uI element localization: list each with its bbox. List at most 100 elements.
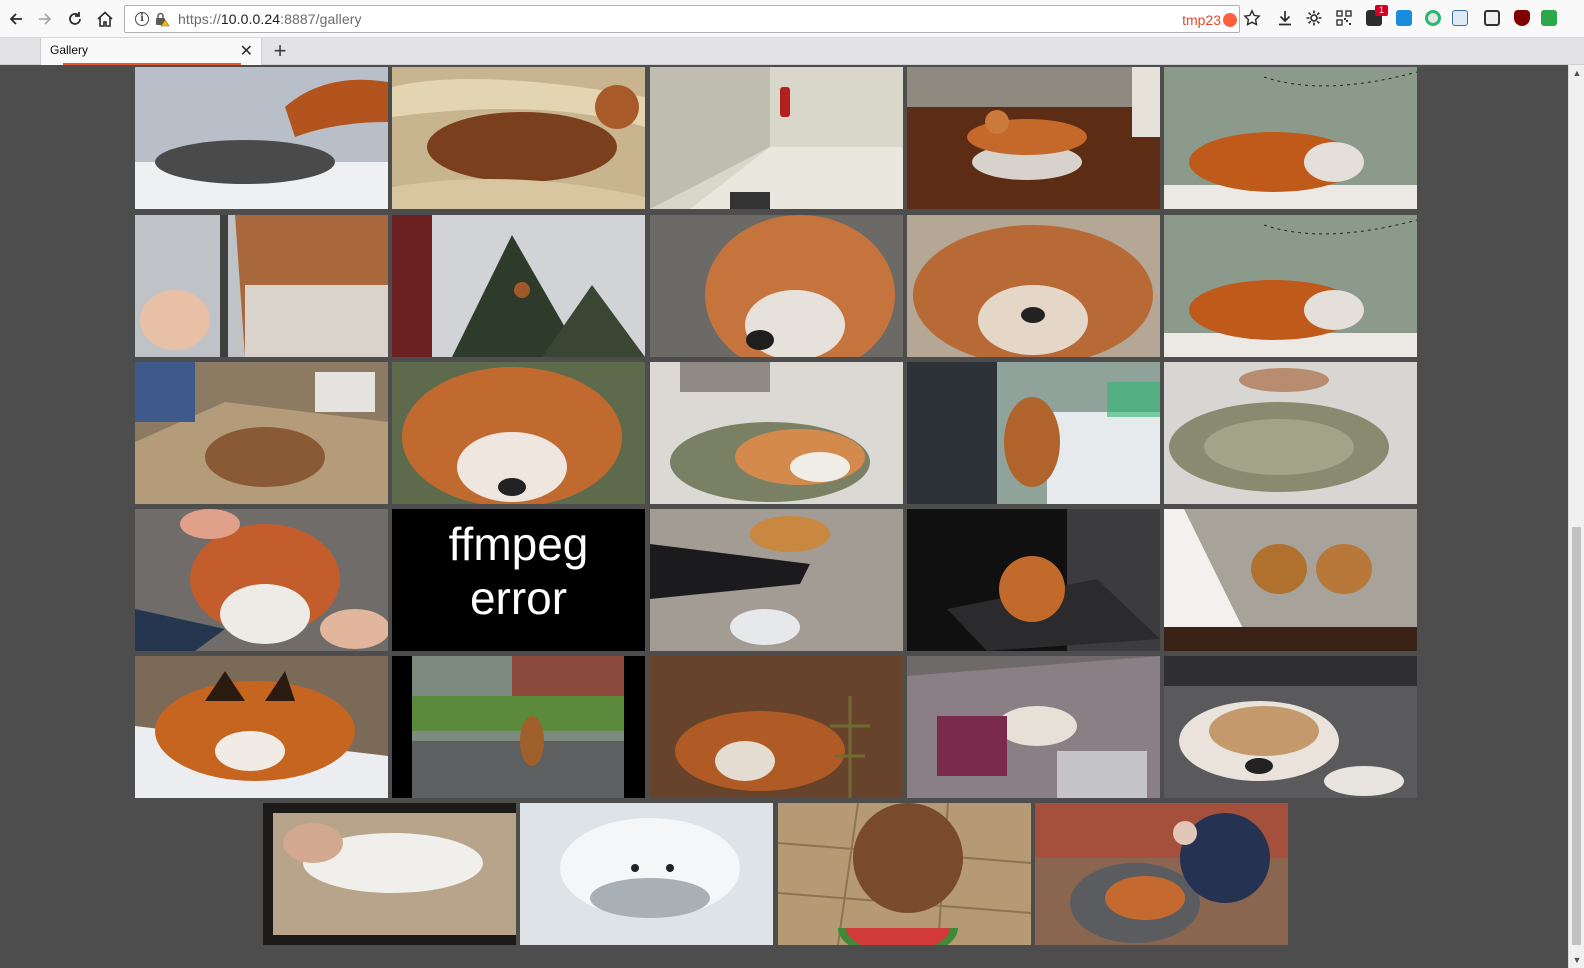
video-thumbnail bbox=[392, 215, 645, 357]
reload-icon bbox=[69, 12, 81, 25]
video-thumbnail bbox=[135, 509, 388, 651]
video-thumbnail bbox=[907, 67, 1160, 209]
forward-button[interactable] bbox=[33, 7, 57, 31]
gallery-tile[interactable] bbox=[650, 67, 903, 209]
tab-gallery[interactable]: Gallery ✕ bbox=[40, 38, 262, 65]
gallery-tile[interactable] bbox=[907, 215, 1160, 357]
gallery-tile[interactable] bbox=[135, 656, 388, 798]
video-thumbnail bbox=[907, 362, 1160, 504]
video-thumbnail bbox=[135, 656, 388, 798]
green-extension-icon[interactable] bbox=[1541, 10, 1557, 26]
download-icon bbox=[1279, 11, 1291, 26]
gallery-tile[interactable] bbox=[520, 803, 773, 945]
screenshot-extension-icon[interactable] bbox=[1452, 10, 1468, 26]
video-thumbnail bbox=[135, 67, 388, 209]
gallery-tile[interactable] bbox=[1164, 509, 1417, 651]
video-thumbnail bbox=[392, 656, 645, 798]
url-bar[interactable]: i https://10.0.0.24:8887/gallery tmp23 bbox=[124, 5, 1240, 33]
star-icon bbox=[1243, 9, 1261, 26]
video-thumbnail bbox=[650, 656, 903, 798]
close-tab-icon[interactable]: ✕ bbox=[240, 41, 253, 61]
back-icon bbox=[9, 13, 22, 25]
url-path: :8887/gallery bbox=[280, 11, 362, 27]
ublock-icon[interactable] bbox=[1514, 10, 1530, 26]
gallery-tile[interactable] bbox=[263, 803, 516, 945]
gallery-tile[interactable] bbox=[650, 656, 903, 798]
gallery-tile[interactable] bbox=[1164, 656, 1417, 798]
scroll-up-icon[interactable]: ▲ bbox=[1569, 65, 1584, 81]
video-thumbnail bbox=[392, 362, 645, 504]
video-thumbnail bbox=[1164, 362, 1417, 504]
gallery-tile[interactable] bbox=[907, 362, 1160, 504]
gallery-tile[interactable] bbox=[1164, 362, 1417, 504]
qr-code-icon bbox=[1336, 10, 1352, 26]
circle-extension-icon[interactable] bbox=[1425, 10, 1441, 26]
video-thumbnail bbox=[907, 656, 1160, 798]
gallery-tile[interactable] bbox=[1035, 803, 1288, 945]
video-thumbnail bbox=[650, 67, 903, 209]
gallery-tile[interactable] bbox=[392, 362, 645, 504]
gallery-tile[interactable] bbox=[778, 803, 1031, 945]
video-thumbnail bbox=[1164, 509, 1417, 651]
video-thumbnail bbox=[1164, 215, 1417, 357]
video-thumbnail bbox=[1035, 803, 1288, 945]
gallery-tile[interactable] bbox=[650, 362, 903, 504]
browser-toolbar: i https://10.0.0.24:8887/gallery tmp23 1 bbox=[0, 0, 1584, 38]
video-thumbnail bbox=[650, 509, 903, 651]
gallery-tile[interactable] bbox=[392, 67, 645, 209]
gallery-tile[interactable] bbox=[392, 656, 645, 798]
gallery-tile[interactable] bbox=[135, 362, 388, 504]
gallery-tile[interactable] bbox=[135, 509, 388, 651]
gallery-tile[interactable] bbox=[907, 509, 1160, 651]
container-extension-icon[interactable] bbox=[1484, 10, 1500, 26]
scroll-down-icon[interactable]: ▼ bbox=[1569, 952, 1584, 968]
gallery-tile[interactable] bbox=[135, 215, 388, 357]
video-thumbnail bbox=[392, 67, 645, 209]
page-scrollbar[interactable]: ▲ ▼ bbox=[1568, 65, 1584, 968]
video-thumbnail bbox=[907, 509, 1160, 651]
video-thumbnail bbox=[907, 215, 1160, 357]
back-button[interactable] bbox=[4, 7, 28, 31]
video-thumbnail bbox=[650, 362, 903, 504]
video-thumbnail bbox=[263, 803, 516, 945]
url-scheme: https:// bbox=[178, 11, 221, 27]
scroll-thumb[interactable] bbox=[1572, 527, 1581, 945]
video-thumbnail bbox=[778, 803, 1031, 945]
container-dot-icon bbox=[1223, 13, 1237, 27]
url-host: 10.0.0.24 bbox=[220, 11, 281, 27]
gallery-tile[interactable] bbox=[650, 215, 903, 357]
tab-strip: Gallery ✕ + bbox=[0, 38, 1584, 65]
skype-extension-icon[interactable] bbox=[1396, 10, 1412, 26]
home-icon bbox=[97, 11, 113, 27]
video-thumbnail bbox=[520, 803, 773, 945]
info-icon[interactable]: i bbox=[135, 12, 149, 26]
lock-warning-icon[interactable] bbox=[154, 11, 170, 27]
forward-icon bbox=[39, 13, 52, 25]
home-button[interactable] bbox=[93, 7, 117, 31]
qr-extension-button[interactable] bbox=[1334, 8, 1354, 28]
ffmpeg-error-tile[interactable]: ffmpeg error bbox=[392, 509, 645, 651]
gallery-tile[interactable] bbox=[1164, 215, 1417, 357]
container-label[interactable]: tmp23 bbox=[1182, 12, 1221, 28]
ffmpeg-error-text: ffmpeg error bbox=[392, 517, 645, 625]
gallery-tile[interactable] bbox=[1164, 67, 1417, 209]
new-tab-icon[interactable]: + bbox=[268, 39, 292, 63]
gallery-tile[interactable] bbox=[392, 215, 645, 357]
gallery-tile[interactable] bbox=[907, 656, 1160, 798]
video-thumbnail bbox=[1164, 67, 1417, 209]
downloads-button[interactable] bbox=[1275, 8, 1295, 28]
video-thumbnail bbox=[135, 362, 388, 504]
video-thumbnail bbox=[1164, 656, 1417, 798]
gallery-tile[interactable] bbox=[650, 509, 903, 651]
reload-button[interactable] bbox=[63, 7, 87, 31]
gallery-page: ffmpeg error bbox=[0, 65, 1568, 968]
gallery-tile[interactable] bbox=[135, 67, 388, 209]
gallery-tile[interactable] bbox=[907, 67, 1160, 209]
error-line-1: ffmpeg bbox=[448, 518, 589, 570]
error-line-2: error bbox=[469, 572, 568, 624]
bookmark-star-button[interactable] bbox=[1242, 8, 1262, 28]
settings-button[interactable] bbox=[1304, 8, 1324, 28]
video-thumbnail bbox=[135, 215, 388, 357]
notification-badge: 1 bbox=[1375, 5, 1388, 16]
url-text[interactable]: https://10.0.0.24:8887/gallery bbox=[178, 11, 362, 27]
